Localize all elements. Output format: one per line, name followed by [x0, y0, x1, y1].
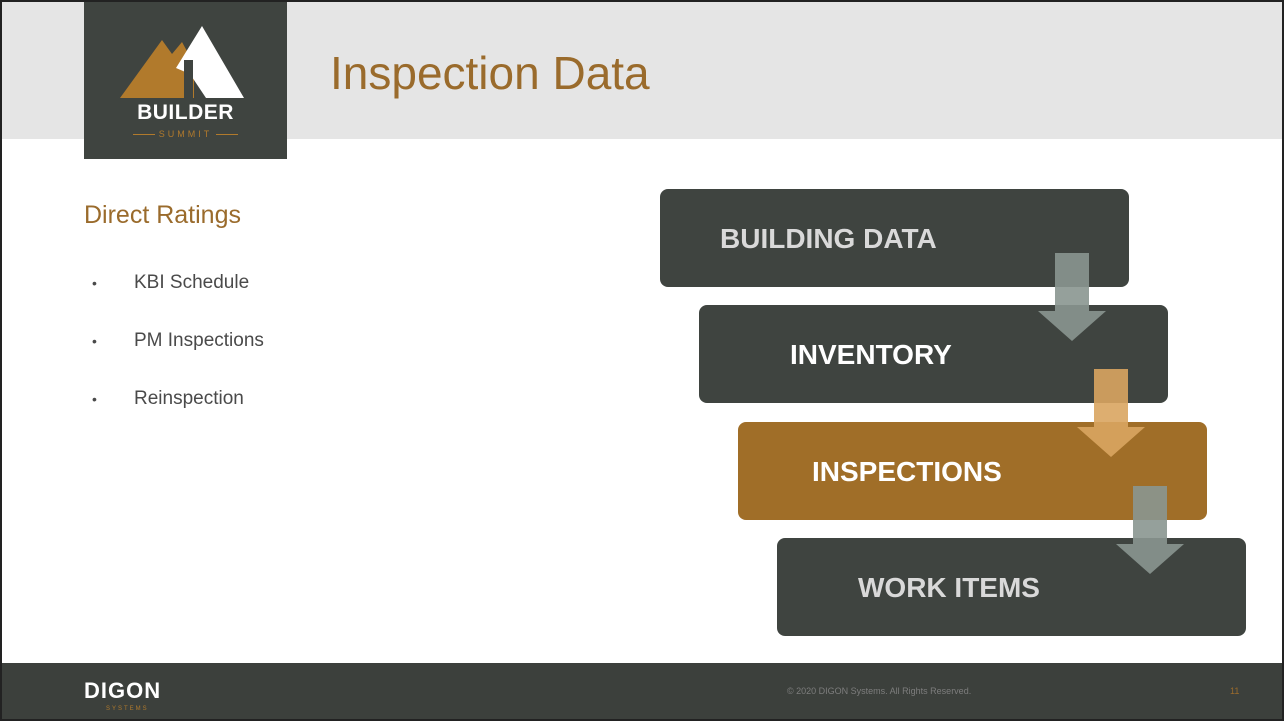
bullet-icon: •: [92, 391, 97, 407]
page-number: 11: [1230, 686, 1240, 696]
digon-logo: DIGON: [84, 678, 162, 703]
list-item: • PM Inspections: [92, 330, 264, 351]
down-arrow-icon: [1116, 486, 1184, 574]
logo-subtitle: SUMMIT: [84, 129, 287, 139]
page-title: Inspection Data: [330, 47, 650, 99]
step-label: BUILDING DATA: [720, 223, 937, 254]
step-label: INSPECTIONS: [812, 456, 1002, 487]
down-arrow-icon: [1077, 369, 1145, 457]
mountain-icon: [120, 26, 244, 98]
step-label: INVENTORY: [790, 339, 952, 370]
down-arrow-icon: [1038, 253, 1106, 341]
step-label: WORK ITEMS: [858, 572, 1040, 603]
copyright-text: © 2020 DIGON Systems. All Rights Reserve…: [787, 686, 972, 696]
bullet-list: • KBI Schedule • PM Inspections • Reinspect…: [92, 272, 264, 446]
list-item: • KBI Schedule: [92, 272, 250, 293]
list-item: • Reinspection: [92, 388, 244, 409]
logo-word: BUILDER: [137, 101, 234, 124]
section-heading: Direct Ratings: [84, 201, 241, 229]
bullet-icon: •: [92, 333, 97, 349]
digon-logo-subtitle: SYSTEMS: [106, 706, 149, 712]
builder-summit-logo: BUILDER SUMMIT: [84, 2, 287, 159]
footer: DIGON SYSTEMS © 2020 DIGON Systems. All …: [2, 663, 1282, 719]
bullet-icon: •: [92, 275, 97, 291]
